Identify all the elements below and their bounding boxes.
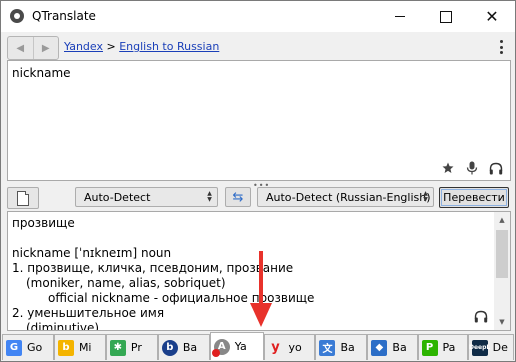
yandex-icon: A bbox=[211, 338, 230, 357]
history-nav: ◀ ▶ bbox=[7, 36, 59, 60]
bing-icon: b bbox=[57, 339, 74, 356]
result-scrollbar[interactable]: ▲ ▼ bbox=[494, 212, 510, 330]
scroll-down-icon[interactable]: ▼ bbox=[494, 314, 510, 330]
close-icon: ✕ bbox=[485, 7, 499, 26]
result-line: прозвище bbox=[12, 216, 75, 230]
nav-menu-icon[interactable] bbox=[499, 40, 503, 54]
tab-baidu[interactable]: 文 Ba bbox=[315, 334, 368, 360]
tab-youdao[interactable]: y yo bbox=[263, 334, 316, 360]
tab-label: Pr bbox=[130, 341, 142, 354]
headphones-icon[interactable] bbox=[488, 160, 504, 176]
target-language-select[interactable]: Auto-Detect (Russian-English) ▲ ▼ bbox=[257, 187, 434, 207]
deepl-icon: DeepL bbox=[469, 339, 490, 356]
tab-label: Pa bbox=[442, 341, 456, 354]
baidu-icon: 文 bbox=[319, 339, 336, 356]
tab-label: yo bbox=[288, 341, 302, 354]
navigation-bar: ◀ ▶ Yandex > English to Russian bbox=[7, 36, 509, 60]
swap-arrows-icon: ⇆ bbox=[232, 189, 244, 205]
back-arrow-icon: ◀ bbox=[16, 42, 25, 54]
service-tab-bar: G Go b Mi ✱ Pr b Ba A Ya y yo 文 Ba ◆ Ba bbox=[2, 332, 515, 360]
tab-promt[interactable]: ✱ Pr bbox=[105, 334, 158, 360]
minimize-icon bbox=[395, 16, 405, 17]
language-toolbar: Auto-Detect ▲ ▼ ⇆ Auto-Detect (Russian-En… bbox=[7, 187, 509, 209]
tab-google[interactable]: G Go bbox=[2, 334, 54, 360]
baidu-map-icon: ◆ bbox=[371, 339, 388, 356]
scroll-up-icon[interactable]: ▲ bbox=[494, 212, 510, 228]
tab-yandex[interactable]: A Ya bbox=[209, 332, 264, 360]
source-language-value: Auto-Detect bbox=[84, 191, 151, 204]
tab-label: Go bbox=[27, 341, 43, 354]
close-button[interactable]: ✕ bbox=[469, 1, 515, 32]
forward-button[interactable]: ▶ bbox=[34, 37, 59, 59]
tab-babylon[interactable]: b Ba bbox=[157, 334, 210, 360]
result-line bbox=[12, 231, 314, 246]
source-text: nickname bbox=[12, 66, 71, 80]
breadcrumb-separator: > bbox=[106, 40, 116, 53]
babylon-icon: b bbox=[161, 339, 178, 356]
back-button[interactable]: ◀ bbox=[8, 37, 34, 59]
direction-link[interactable]: English to Russian bbox=[119, 40, 219, 53]
translate-button[interactable]: Перевести bbox=[439, 187, 509, 208]
select-arrows-icon: ▲ ▼ bbox=[423, 190, 428, 203]
minimize-button[interactable] bbox=[377, 1, 423, 32]
tab-papago[interactable]: P Pa bbox=[417, 334, 468, 360]
translate-button-label: Перевести bbox=[443, 191, 505, 204]
new-page-button[interactable] bbox=[7, 187, 39, 209]
service-link[interactable]: Yandex bbox=[64, 40, 103, 53]
forward-arrow-icon: ▶ bbox=[41, 42, 50, 54]
select-arrows-icon: ▲ ▼ bbox=[207, 190, 212, 203]
microphone-icon[interactable] bbox=[464, 160, 480, 176]
scroll-thumb[interactable] bbox=[496, 230, 508, 278]
maximize-button[interactable] bbox=[423, 1, 469, 32]
target-language-value: Auto-Detect (Russian-English) bbox=[266, 191, 431, 204]
favorite-star-icon[interactable] bbox=[440, 160, 456, 176]
source-text-panel[interactable]: nickname bbox=[7, 60, 511, 181]
breadcrumb: Yandex > English to Russian bbox=[64, 40, 219, 53]
tab-label: Ba bbox=[182, 341, 198, 354]
qtranslate-window: QTranslate ✕ ◀ ▶ Yandex > English to Rus… bbox=[0, 0, 516, 362]
title-bar: QTranslate ✕ bbox=[1, 1, 515, 32]
promt-icon: ✱ bbox=[109, 339, 126, 356]
tab-label: Ya bbox=[234, 340, 247, 353]
source-language-select[interactable]: Auto-Detect ▲ ▼ bbox=[75, 187, 218, 207]
tab-baidu-2[interactable]: ◆ Ba bbox=[367, 334, 418, 360]
window-title: QTranslate bbox=[32, 9, 96, 23]
tab-deepl[interactable]: DeepL De bbox=[467, 334, 515, 360]
tab-label: Ba bbox=[340, 341, 355, 354]
annotation-arrow-icon bbox=[250, 251, 272, 327]
tab-label: De bbox=[492, 341, 508, 354]
tab-microsoft[interactable]: b Mi bbox=[53, 334, 106, 360]
google-icon: G bbox=[6, 339, 22, 356]
swap-languages-button[interactable]: ⇆ bbox=[225, 187, 251, 207]
tab-label: Mi bbox=[78, 341, 92, 354]
youdao-icon: y bbox=[271, 340, 280, 355]
tab-label: Ba bbox=[392, 341, 407, 354]
qtranslate-app-icon bbox=[10, 9, 24, 23]
papago-icon: P bbox=[421, 339, 438, 356]
maximize-icon bbox=[440, 10, 452, 23]
result-headphones-icon[interactable] bbox=[474, 310, 488, 326]
page-icon bbox=[17, 190, 29, 206]
